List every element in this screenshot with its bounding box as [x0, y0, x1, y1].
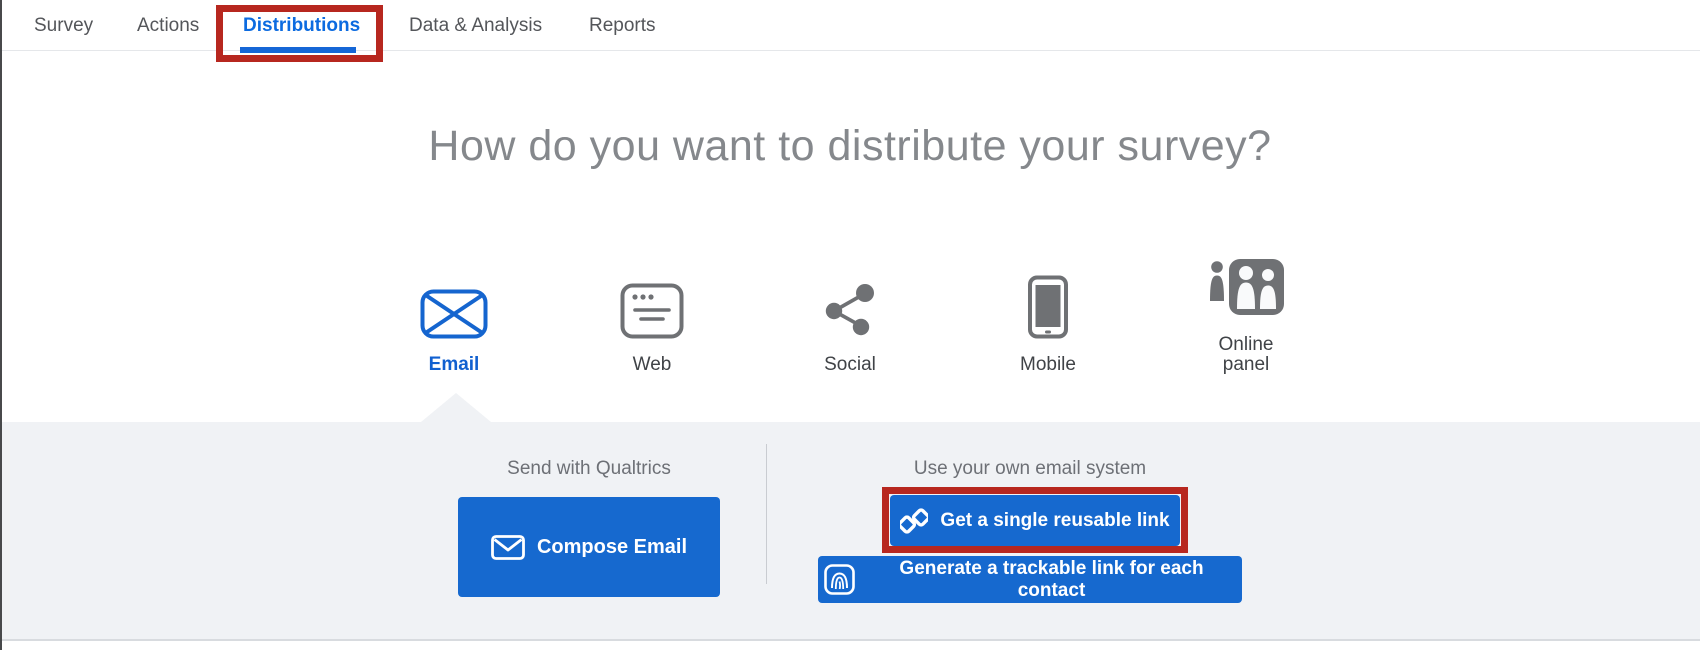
option-label: Mobile — [1020, 355, 1076, 375]
tab-distributions[interactable]: Distributions — [243, 0, 360, 50]
option-label: Online panel — [1198, 335, 1294, 375]
distribution-options-row: Email Web Social — [355, 240, 1345, 375]
compose-email-label: Compose Email — [537, 536, 687, 559]
option-label: Email — [429, 355, 480, 375]
option-mobile[interactable]: Mobile — [949, 240, 1147, 375]
top-tab-bar: Survey Actions Distributions Data & Anal… — [0, 0, 1700, 51]
email-distribution-panel — [0, 422, 1700, 641]
window-left-edge — [0, 0, 2, 650]
smartphone-icon — [1026, 275, 1070, 339]
option-email[interactable]: Email — [355, 240, 553, 375]
option-label: Web — [633, 355, 672, 375]
send-with-qualtrics-title: Send with Qualtrics — [419, 458, 759, 480]
generate-trackable-link-button[interactable]: Generate a trackable link for each conta… — [818, 556, 1242, 603]
browser-window-icon — [620, 283, 684, 339]
compose-email-button[interactable]: Compose Email — [458, 497, 720, 597]
selected-option-caret — [421, 393, 491, 422]
active-tab-underline — [240, 47, 356, 53]
section-divider — [766, 444, 767, 584]
option-web[interactable]: Web — [553, 240, 751, 375]
tab-actions[interactable]: Actions — [137, 0, 199, 50]
reusable-link-label: Get a single reusable link — [940, 510, 1169, 532]
option-label: Social — [824, 355, 876, 375]
option-social[interactable]: Social — [751, 240, 949, 375]
tab-survey[interactable]: Survey — [34, 0, 93, 50]
chain-link-icon — [900, 507, 928, 535]
share-network-icon — [821, 281, 879, 339]
people-group-icon — [1208, 257, 1284, 319]
fingerprint-icon — [824, 564, 855, 595]
own-email-system-title: Use your own email system — [860, 458, 1200, 480]
tab-reports[interactable]: Reports — [589, 0, 656, 50]
tab-data-analysis[interactable]: Data & Analysis — [409, 0, 542, 50]
page-title: How do you want to distribute your surve… — [0, 122, 1700, 171]
envelope-icon — [491, 535, 525, 560]
option-online-panel[interactable]: Online panel — [1147, 240, 1345, 375]
trackable-link-label: Generate a trackable link for each conta… — [867, 558, 1236, 602]
email-envelope-icon — [420, 289, 488, 339]
get-single-reusable-link-button[interactable]: Get a single reusable link — [890, 495, 1180, 546]
